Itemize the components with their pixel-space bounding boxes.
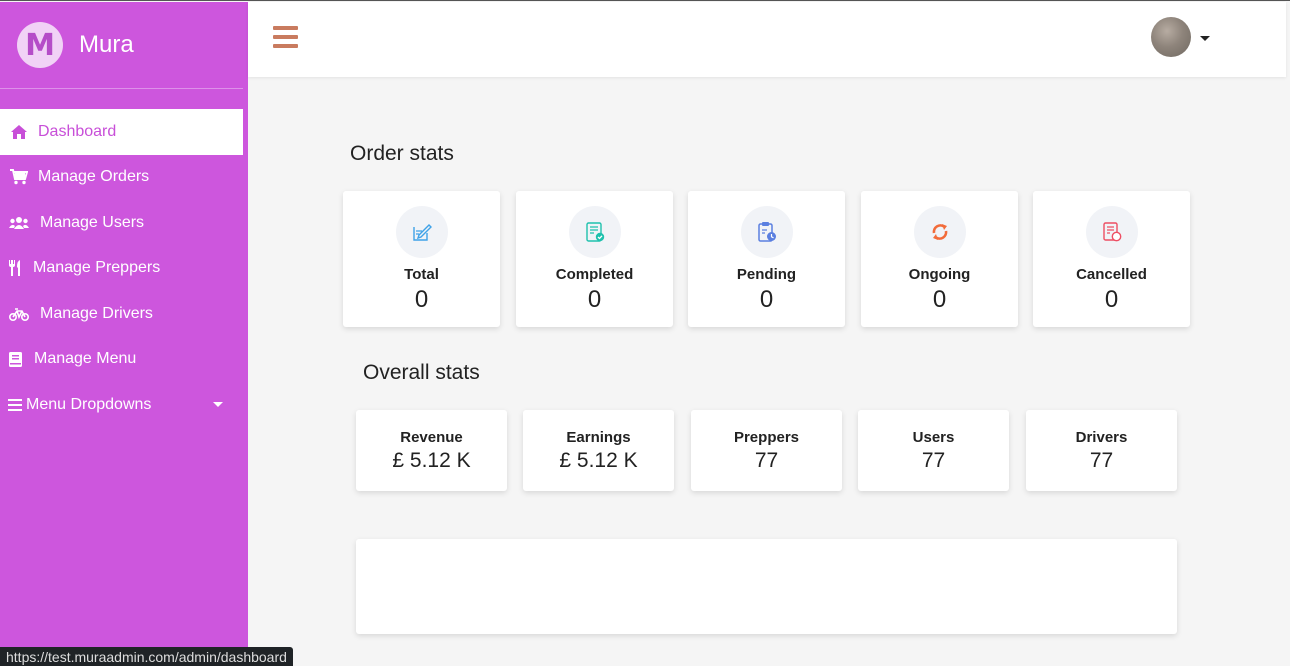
stat-card-total: Total 0 [343,191,500,327]
sidebar-item-label: Manage Preppers [33,259,161,277]
sidebar-item-menu-dropdowns[interactable]: Menu Dropdowns [0,382,243,428]
sidebar-nav: Dashboard Manage Orders Manage Users Man… [0,109,243,428]
overall-card-users: Users 77 [858,410,1009,491]
sidebar-item-label: Manage Menu [34,350,137,368]
chevron-down-icon [213,402,223,408]
top-bar [248,2,1286,77]
stat-value: £ 5.12 K [392,449,471,472]
sidebar: M Mura Dashboard Manage Orders Manage Us… [0,2,248,666]
stat-value: 0 [414,286,429,313]
hamburger-icon[interactable] [273,26,298,48]
status-bar-url: https://test.muraadmin.com/admin/dashboa… [0,647,293,666]
overall-card-preppers: Preppers 77 [691,410,842,491]
brand-logo: M [17,22,63,68]
stat-value: £ 5.12 K [559,449,638,472]
completed-doc-icon [568,206,621,258]
stat-card-ongoing: Ongoing 0 [861,191,1018,327]
sidebar-item-label: Manage Orders [38,168,150,186]
sidebar-item-manage-menu[interactable]: Manage Menu [0,337,243,383]
stat-value: 0 [759,286,774,313]
stat-label: Ongoing [908,266,971,283]
cart-icon [8,169,30,185]
sidebar-item-label: Dashboard [38,122,117,140]
stat-label: Earnings [566,429,631,446]
chevron-down-icon[interactable] [1200,36,1210,41]
stat-label: Completed [555,266,634,283]
stat-label: Users [912,429,955,446]
overall-stats-title: Overall stats [363,361,480,384]
stat-value: 77 [754,449,779,472]
stat-card-completed: Completed 0 [516,191,673,327]
stat-value: 0 [932,286,947,313]
users-icon [8,216,30,230]
stat-label: Pending [736,266,797,283]
cancelled-doc-icon [1085,206,1138,258]
home-icon [8,124,30,140]
sidebar-item-label: Manage Users [40,213,145,231]
brand-name: Mura [79,31,134,58]
overall-card-earnings: Earnings £ 5.12 K [523,410,674,491]
stat-value: 0 [587,286,602,313]
user-avatar[interactable] [1151,17,1191,57]
sidebar-item-manage-preppers[interactable]: Manage Preppers [0,246,243,292]
brand[interactable]: M Mura [0,2,243,89]
sidebar-item-dashboard[interactable]: Dashboard [0,109,243,155]
sidebar-item-label: Menu Dropdowns [26,395,152,413]
stat-card-pending: Pending 0 [688,191,845,327]
sidebar-item-manage-users[interactable]: Manage Users [0,200,243,246]
utensils-icon [8,260,22,277]
edit-icon [395,206,448,258]
overall-card-revenue: Revenue £ 5.12 K [356,410,507,491]
stat-label: Cancelled [1076,266,1147,283]
stat-card-cancelled: Cancelled 0 [1033,191,1190,327]
stat-label: Preppers [733,429,800,446]
stat-value: 77 [921,449,946,472]
sidebar-item-manage-drivers[interactable]: Manage Drivers [0,291,243,337]
overall-card-drivers: Drivers 77 [1026,410,1177,491]
bicycle-icon [8,307,30,321]
content-panel [356,539,1177,634]
stat-label: Drivers [1075,429,1128,446]
sidebar-item-label: Manage Drivers [40,304,153,322]
order-stats-title: Order stats [350,142,454,165]
stat-value: 0 [1104,286,1119,313]
bars-icon [8,398,22,411]
stat-value: 77 [1089,449,1114,472]
stat-label: Total [404,266,439,283]
clipboard-clock-icon [740,206,793,258]
sidebar-item-manage-orders[interactable]: Manage Orders [0,155,243,201]
book-icon [8,351,22,367]
stat-label: Revenue [400,429,463,446]
refresh-icon [913,206,966,258]
